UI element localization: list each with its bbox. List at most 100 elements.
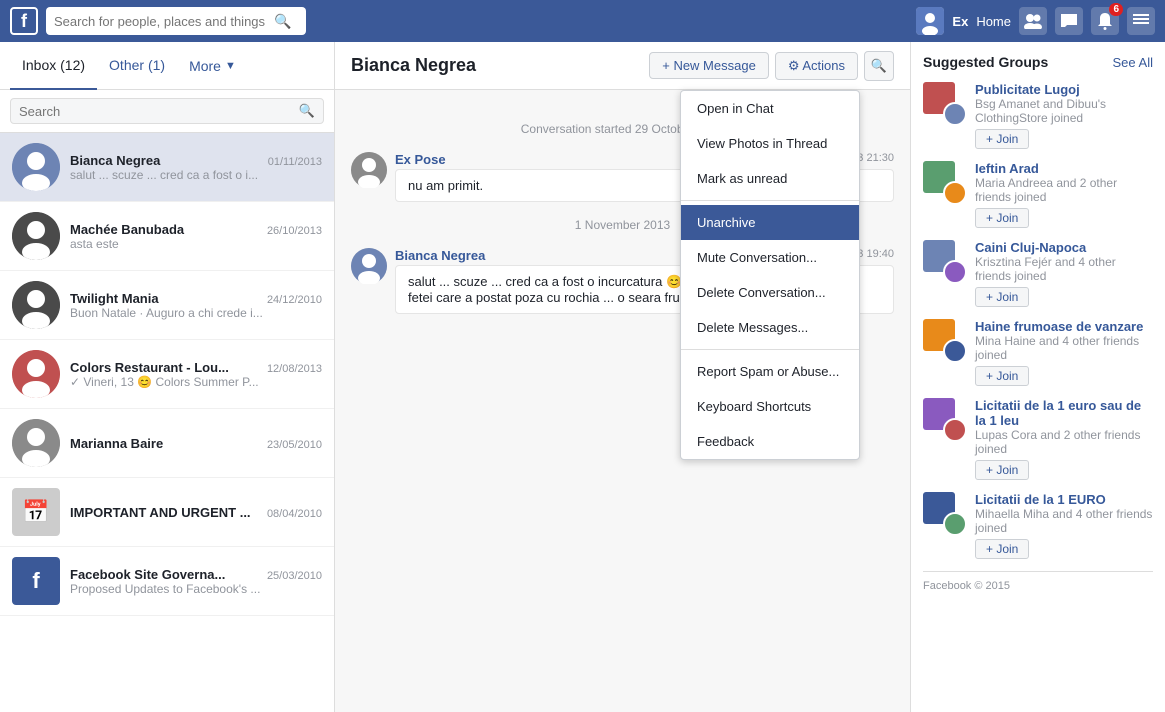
list-item[interactable]: f Facebook Site Governa... 25/03/2010 Pr…	[0, 547, 334, 616]
list-item[interactable]: Twilight Mania 24/12/2010 Buon Natale · …	[0, 271, 334, 340]
nav-avatar	[916, 7, 944, 35]
group-name: Licitatii de la 1 euro sau de la 1 leu	[975, 398, 1153, 428]
left-sidebar: Inbox (12) Other (1) More ▼ 🔍 Bianca Neg…	[0, 42, 335, 712]
avatar	[12, 350, 60, 398]
msg-list: Bianca Negrea 01/11/2013 salut ... scuze…	[0, 133, 334, 712]
group-desc: Mina Haine and 4 other friends joined	[975, 334, 1153, 362]
msg-preview: Buon Natale · Auguro a chi crede i...	[70, 306, 322, 320]
list-item[interactable]: Marianna Baire 23/05/2010	[0, 409, 334, 478]
suggested-header: Suggested Groups See All	[923, 54, 1153, 70]
group-name: Haine frumoase de vanzare	[975, 319, 1153, 334]
dropdown-item[interactable]: Feedback	[681, 424, 859, 459]
group-avatar	[923, 161, 967, 205]
join-button[interactable]: + Join	[975, 129, 1029, 149]
msg-info: Facebook Site Governa... 25/03/2010 Prop…	[70, 567, 322, 596]
msg-info: Marianna Baire 23/05/2010	[70, 436, 322, 451]
group-desc: Krisztina Fejér and 4 other friends join…	[975, 255, 1153, 283]
bubble-avatar-2	[351, 248, 387, 284]
dropdown-item[interactable]: View Photos in Thread	[681, 126, 859, 161]
msg-search-inner[interactable]: 🔍	[10, 98, 324, 124]
bubble-sender-1: Ex Pose	[395, 152, 446, 167]
groups-list: Publicitate Lugoj Bsg Amanet and Dibuu's…	[923, 82, 1153, 559]
msg-name: Marianna Baire	[70, 436, 163, 451]
avatar	[12, 281, 60, 329]
friends-icon-btn[interactable]	[1019, 7, 1047, 35]
actions-dropdown: Open in ChatView Photos in ThreadMark as…	[680, 90, 860, 460]
search-conversation-button[interactable]: 🔍	[864, 51, 894, 81]
header-actions: + New Message ⚙ Actions 🔍	[649, 51, 894, 81]
more-arrow-icon: ▼	[225, 60, 236, 72]
group-info: Licitatii de la 1 EURO Mihaella Miha and…	[975, 492, 1153, 559]
group-avatar	[923, 82, 967, 126]
list-item[interactable]: Machée Banubada 26/10/2013 asta este	[0, 202, 334, 271]
msg-info: IMPORTANT AND URGENT ... 08/04/2010	[70, 505, 322, 520]
settings-icon-btn[interactable]	[1127, 7, 1155, 35]
dropdown-item[interactable]: Unarchive	[681, 205, 859, 240]
group-name: Publicitate Lugoj	[975, 82, 1153, 97]
group-item: Ieftin Arad Maria Andreea and 2 other fr…	[923, 161, 1153, 228]
avatar: f	[12, 557, 60, 605]
group-name: Licitatii de la 1 EURO	[975, 492, 1153, 507]
tab-more[interactable]: More ▼	[177, 58, 248, 74]
msg-preview: Proposed Updates to Facebook's ...	[70, 582, 322, 596]
msg-search: 🔍	[0, 90, 334, 133]
group-info: Ieftin Arad Maria Andreea and 2 other fr…	[975, 161, 1153, 228]
messages-icon-btn[interactable]	[1055, 7, 1083, 35]
notifications-badge: 6	[1109, 3, 1123, 16]
group-desc: Lupas Cora and 2 other friends joined	[975, 428, 1153, 456]
group-name: Caini Cluj-Napoca	[975, 240, 1153, 255]
group-info: Publicitate Lugoj Bsg Amanet and Dibuu's…	[975, 82, 1153, 149]
join-button[interactable]: + Join	[975, 208, 1029, 228]
actions-button[interactable]: ⚙ Actions	[775, 52, 858, 80]
center-area: Bianca Negrea + New Message ⚙ Actions 🔍 …	[335, 42, 910, 712]
group-name: Ieftin Arad	[975, 161, 1153, 176]
dropdown-item[interactable]: Open in Chat	[681, 91, 859, 126]
list-item[interactable]: Bianca Negrea 01/11/2013 salut ... scuze…	[0, 133, 334, 202]
group-avatar-secondary	[943, 418, 967, 442]
search-conversation-icon: 🔍	[871, 58, 887, 74]
tab-inbox[interactable]: Inbox (12)	[10, 42, 97, 90]
search-icon: 🔍	[274, 13, 291, 30]
group-item: Caini Cluj-Napoca Krisztina Fejér and 4 …	[923, 240, 1153, 307]
notifications-icon-btn[interactable]: 6	[1091, 7, 1119, 35]
group-avatar-secondary	[943, 260, 967, 284]
new-message-button[interactable]: + New Message	[649, 52, 769, 79]
list-item[interactable]: 📅 IMPORTANT AND URGENT ... 08/04/2010	[0, 478, 334, 547]
list-item[interactable]: Colors Restaurant - Lou... 12/08/2013 ✓ …	[0, 340, 334, 409]
group-info: Haine frumoase de vanzare Mina Haine and…	[975, 319, 1153, 386]
group-avatar	[923, 398, 967, 442]
join-button[interactable]: + Join	[975, 366, 1029, 386]
msg-name: Twilight Mania	[70, 291, 159, 306]
msg-date: 01/11/2013	[268, 156, 322, 168]
group-desc: Bsg Amanet and Dibuu's ClothingStore joi…	[975, 97, 1153, 125]
dropdown-item[interactable]: Keyboard Shortcuts	[681, 389, 859, 424]
group-avatar	[923, 492, 967, 536]
see-all-link[interactable]: See All	[1113, 55, 1153, 70]
dropdown-item[interactable]: Delete Conversation...	[681, 275, 859, 310]
conversation-header: Bianca Negrea + New Message ⚙ Actions 🔍	[335, 42, 910, 90]
dropdown-item[interactable]: Delete Messages...	[681, 310, 859, 345]
group-info: Caini Cluj-Napoca Krisztina Fejér and 4 …	[975, 240, 1153, 307]
group-avatar-secondary	[943, 181, 967, 205]
join-button[interactable]: + Join	[975, 539, 1029, 559]
msg-info: Machée Banubada 26/10/2013 asta este	[70, 222, 322, 251]
dropdown-item[interactable]: Report Spam or Abuse...	[681, 354, 859, 389]
search-bar[interactable]: 🔍	[46, 7, 306, 35]
msg-name: Colors Restaurant - Lou...	[70, 360, 229, 375]
join-button[interactable]: + Join	[975, 460, 1029, 480]
dropdown-item[interactable]: Mute Conversation...	[681, 240, 859, 275]
nav-username: Ex	[952, 14, 968, 29]
msg-search-input[interactable]	[19, 104, 299, 119]
msg-tabs: Inbox (12) Other (1) More ▼	[0, 42, 334, 90]
group-avatar-secondary	[943, 102, 967, 126]
top-nav: f 🔍 Ex Home 6	[0, 0, 1165, 42]
tab-other[interactable]: Other (1)	[97, 42, 177, 90]
avatar	[12, 143, 60, 191]
join-button[interactable]: + Join	[975, 287, 1029, 307]
fb-footer: Facebook © 2015	[923, 571, 1153, 592]
dropdown-item[interactable]: Mark as unread	[681, 161, 859, 196]
msg-search-icon: 🔍	[299, 103, 315, 119]
msg-date: 24/12/2010	[267, 294, 322, 306]
search-input[interactable]	[54, 14, 274, 29]
nav-home-link[interactable]: Home	[976, 14, 1011, 29]
